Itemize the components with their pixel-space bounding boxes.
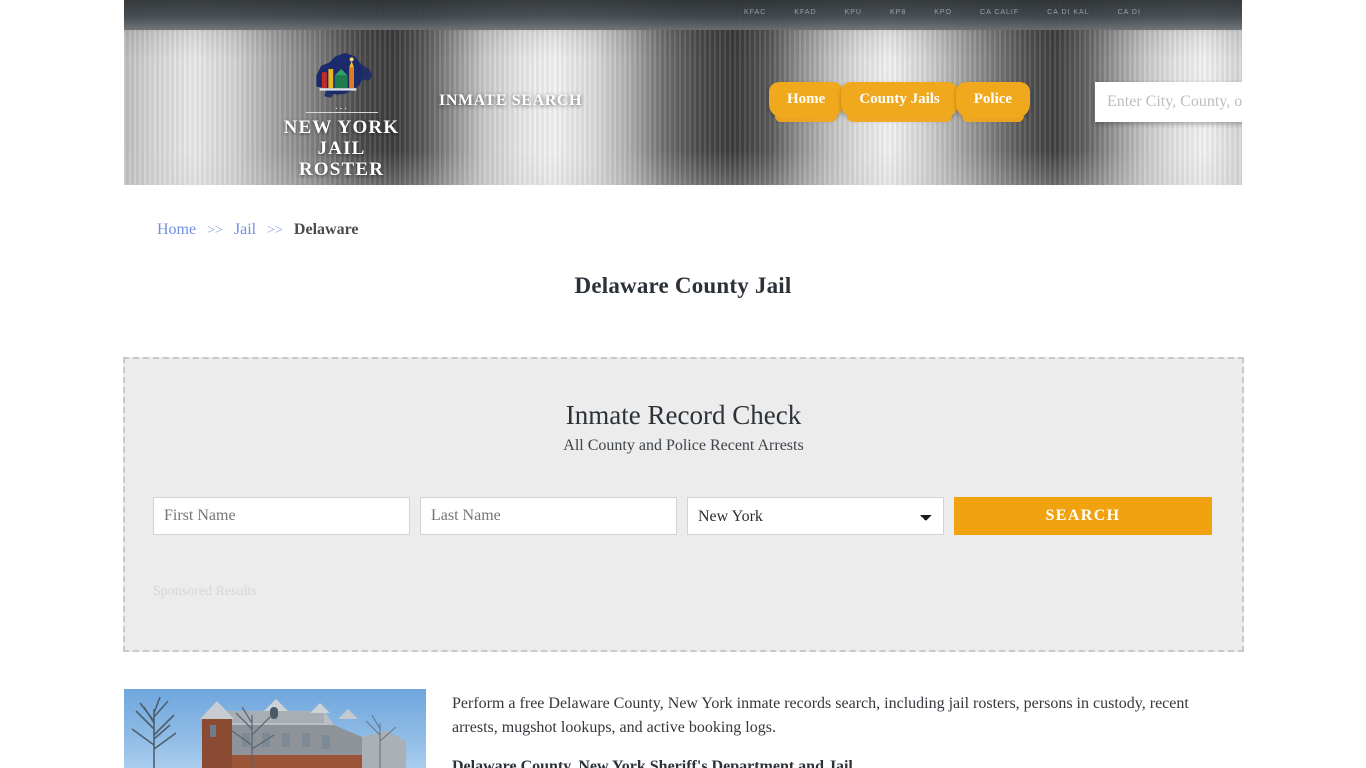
breadcrumb-item-current: Delaware <box>293 221 359 238</box>
main-nav: Home County Jails Police <box>769 82 1031 122</box>
shelf-label: CA CALIF <box>980 8 1020 16</box>
search-submit-button[interactable]: SEARCH <box>954 497 1212 535</box>
sponsored-results-label: Sponsored Results <box>153 584 257 599</box>
nav-item-county-jails[interactable]: County Jails <box>841 82 958 122</box>
breadcrumb-separator: >> <box>207 223 223 238</box>
shelf-label: KFAC <box>744 8 767 16</box>
shelf-label: KPO <box>934 8 953 16</box>
panel-subtitle: All County and Police Recent Arrests <box>563 437 804 454</box>
page-title: Delaware County Jail <box>574 273 792 298</box>
nav-item-home[interactable]: Home <box>769 82 844 122</box>
panel-title: Inmate Record Check <box>565 400 802 430</box>
shelf-label: KFAD <box>794 8 817 16</box>
site-logo[interactable]: NEW YORK JAIL ROSTER <box>279 48 404 180</box>
last-name-input[interactable] <box>420 497 677 535</box>
header-search <box>1095 82 1242 122</box>
logo-divider <box>305 112 378 113</box>
new-york-state-outline-icon <box>315 53 372 98</box>
logo-line-2: JAIL ROSTER <box>298 138 385 180</box>
site-header: KFAC KFAD KPU KP8 KPO CA CALIF CA DI KAL… <box>124 0 1242 185</box>
shelf-label: CA DI <box>1117 8 1141 16</box>
state-select[interactable]: New York <box>687 497 944 535</box>
breadcrumb-item-jail[interactable]: Jail <box>234 221 256 238</box>
nav-item-police[interactable]: Police <box>955 82 1031 122</box>
shelf-label-strip: KFAC KFAD KPU KP8 KPO CA CALIF CA DI KAL… <box>744 4 1224 20</box>
shelf-label: KPU <box>844 8 862 16</box>
courthouse-photo[interactable] <box>124 689 426 768</box>
breadcrumb-separator: >> <box>267 223 283 238</box>
header-search-input[interactable] <box>1095 82 1242 122</box>
first-name-input[interactable] <box>153 497 410 535</box>
inmate-record-check-panel: Inmate Record Check All County and Polic… <box>123 357 1244 652</box>
courthouse-illustration-icon <box>131 696 406 768</box>
breadcrumb: Home >> Jail >> Delaware <box>157 221 359 239</box>
nav-item-label: Police <box>973 91 1013 107</box>
site-tagline: INMATE SEARCH <box>439 92 583 109</box>
breadcrumb-item-home[interactable]: Home <box>157 221 196 238</box>
page-root: KFAC KFAD KPU KP8 KPO CA CALIF CA DI KAL… <box>0 0 1366 768</box>
section-subheading: Delaware County, New York Sheriff's Depa… <box>452 758 853 768</box>
logo-line-1: NEW YORK <box>283 117 400 138</box>
shelf-label: KP8 <box>890 8 907 16</box>
inmate-search-form: New York SEARCH <box>153 497 1212 535</box>
shelf-label: CA DI KAL <box>1047 8 1090 16</box>
nav-item-label: County Jails <box>859 91 940 107</box>
nav-item-label: Home <box>787 91 826 107</box>
intro-paragraph: Perform a free Delaware County, New York… <box>452 695 1189 736</box>
